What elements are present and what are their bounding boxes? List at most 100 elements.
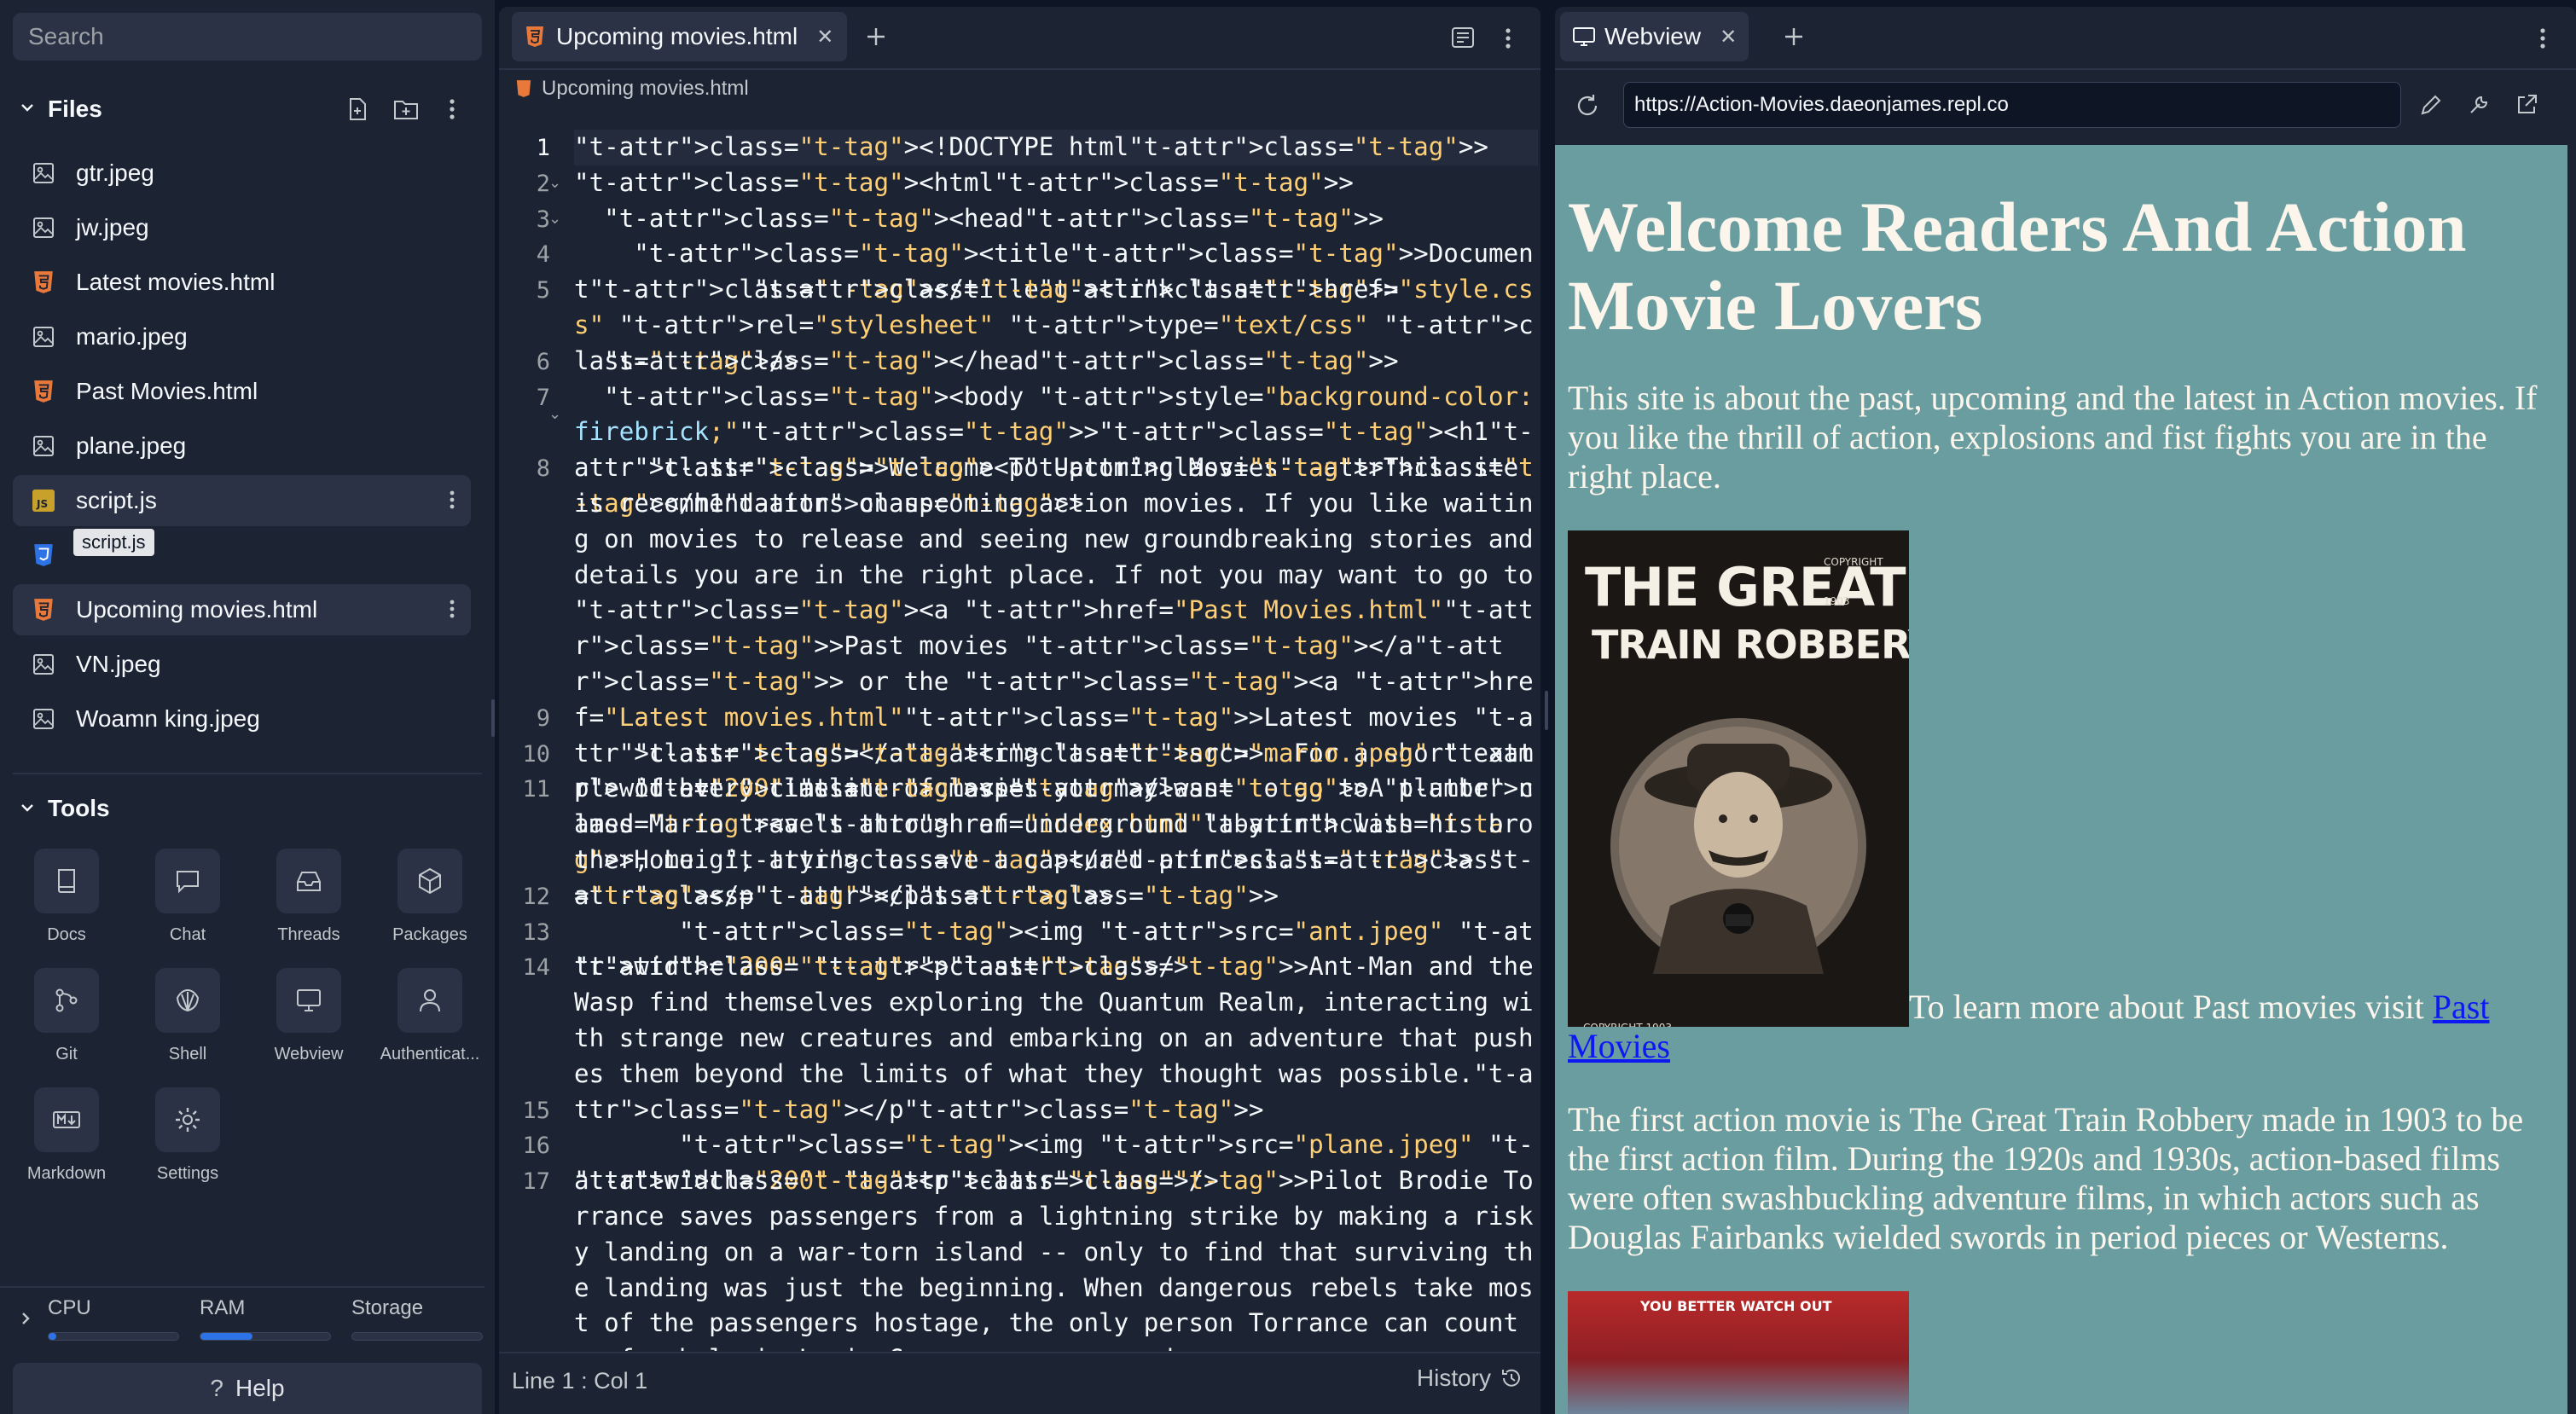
open-external-icon[interactable] xyxy=(2514,92,2539,118)
reload-icon[interactable] xyxy=(1574,92,1601,119)
package-icon xyxy=(397,849,462,913)
file-more-icon[interactable] xyxy=(445,487,459,513)
tool-docs[interactable]: Docs xyxy=(15,849,118,945)
webview-more-icon[interactable] xyxy=(2536,26,2550,51)
line-number: 11 xyxy=(522,776,550,803)
tools-header[interactable]: Tools xyxy=(48,795,110,822)
monitor-icon xyxy=(1572,26,1596,48)
file-name: mario.jpeg xyxy=(76,323,188,350)
editor-more-icon[interactable] xyxy=(1501,26,1515,51)
help-button[interactable]: ? Help xyxy=(13,1363,482,1414)
file-item[interactable]: Latest movies.html xyxy=(13,257,471,308)
line-number: 13 xyxy=(522,919,550,946)
file-name: Woamn king.jpeg xyxy=(76,705,260,732)
tool-label: Markdown xyxy=(26,1164,107,1183)
tool-markdown[interactable]: Markdown xyxy=(15,1087,118,1184)
history-icon xyxy=(1500,1366,1523,1390)
tool-settings[interactable]: Settings xyxy=(136,1087,239,1184)
file-name: gtr.jpeg xyxy=(76,159,154,186)
devtools-icon[interactable] xyxy=(2466,92,2492,118)
file-item[interactable]: mario.jpeg xyxy=(13,311,471,362)
close-icon[interactable]: ✕ xyxy=(1720,25,1737,49)
layout-icon[interactable] xyxy=(1450,26,1476,49)
url-bar[interactable]: https://Action-Movies.daeonjames.repl.co xyxy=(1623,82,2401,128)
line-number: 10 xyxy=(522,740,550,768)
great-train-robbery-poster: THE GREAT TRAIN ROBBERY COPYRIGHT 1903 C… xyxy=(1568,530,1909,1027)
new-folder-icon[interactable] xyxy=(392,96,420,122)
chevron-down-icon[interactable] xyxy=(19,99,36,116)
chevron-right-icon[interactable] xyxy=(17,1310,34,1327)
storage-bar xyxy=(351,1332,483,1341)
line-number: 6 xyxy=(536,348,550,375)
file-item[interactable]: Upcoming movies.html xyxy=(13,584,471,635)
file-item[interactable]: Past Movies.html xyxy=(13,366,471,417)
code-line[interactable]: "t-attr">class="t-tag"><!DOCTYPE html"t-… xyxy=(574,130,1538,165)
editor-panel: Upcoming movies.html ✕ Upcoming movies.h… xyxy=(499,7,1540,1414)
edit-icon[interactable] xyxy=(2418,92,2444,118)
file-item[interactable]: plane.jpeg xyxy=(13,420,471,472)
history-paragraph: The first action movie is The Great Trai… xyxy=(1568,1100,2524,1256)
code-line[interactable]: "t-attr">class="t-tag"></head"t-attr">cl… xyxy=(574,344,1538,380)
editor-tab-title: Upcoming movies.html xyxy=(556,23,798,49)
search-input[interactable]: Search xyxy=(13,13,482,61)
html-file-icon xyxy=(525,26,544,48)
code-editor[interactable]: 1 "t-attr">class="t-tag"><!DOCTYPE html"t… xyxy=(499,123,1540,1351)
fold-chevron-icon[interactable]: ⌄ xyxy=(548,174,561,192)
image-icon xyxy=(30,705,57,733)
new-file-icon[interactable] xyxy=(345,96,370,122)
breadcrumb[interactable]: Upcoming movies.html xyxy=(516,77,749,101)
tool-webview[interactable]: Webview xyxy=(258,968,360,1064)
divider xyxy=(13,773,482,774)
code-line[interactable]: "t-attr">class="t-tag"><head"t-attr">cla… xyxy=(574,201,1538,237)
webview-page[interactable]: Welcome Readers And Action Movie Lovers … xyxy=(1555,145,2567,1414)
code-line[interactable]: "t-attr">class="t-tag"><html"t-attr">cla… xyxy=(574,165,1538,201)
line-number: 3 xyxy=(536,206,550,233)
close-icon[interactable]: ✕ xyxy=(816,25,833,49)
tool-packages[interactable]: Packages xyxy=(379,849,481,945)
markdown-icon xyxy=(34,1087,99,1152)
tool-shell[interactable]: Shell xyxy=(136,968,239,1064)
line-number: 8 xyxy=(536,455,550,483)
webview-tab[interactable]: Webview ✕ xyxy=(1560,12,1749,61)
divider xyxy=(1555,68,2576,70)
code-line[interactable]: "t-attr">class="t-tag"><p"t-attr">class=… xyxy=(574,771,1538,913)
line-number: 1 xyxy=(536,135,550,161)
history-button[interactable]: History xyxy=(1417,1365,1523,1392)
webview-tab-title: Webview xyxy=(1604,23,1702,49)
files-more-icon[interactable] xyxy=(444,96,461,122)
tool-label: Threads xyxy=(277,925,340,944)
tool-label: Authenticat... xyxy=(380,1045,480,1063)
resize-handle[interactable] xyxy=(491,699,495,737)
code-line[interactable]: "t-attr">class="t-tag"><p"t-attr">class=… xyxy=(574,949,1538,1127)
tool-authenticat[interactable]: Authenticat... xyxy=(379,968,481,1064)
fold-chevron-icon[interactable]: ⌄ xyxy=(548,405,561,423)
file-item[interactable]: jw.jpeg xyxy=(13,202,471,253)
tool-threads[interactable]: Threads xyxy=(258,849,360,945)
new-tab-icon[interactable] xyxy=(1781,24,1807,49)
resize-handle[interactable] xyxy=(1545,691,1548,730)
new-tab-icon[interactable] xyxy=(863,24,889,49)
book-icon xyxy=(34,849,99,913)
file-item[interactable]: gtr.jpeg xyxy=(13,148,471,199)
gear-icon xyxy=(155,1087,220,1152)
poster-copyright: COPYRIGHT 1903 xyxy=(1583,1008,1672,1027)
html-file-icon xyxy=(30,269,57,296)
chevron-down-icon[interactable] xyxy=(19,799,36,816)
line-number: 4 xyxy=(536,241,550,269)
upcoming-movie-poster: YOU BETTER WATCH OUT xyxy=(1568,1291,1909,1414)
file-item[interactable]: Woamn king.jpeg xyxy=(13,693,471,745)
file-item[interactable]: VN.jpeg xyxy=(13,639,471,690)
editor-tab[interactable]: Upcoming movies.html ✕ xyxy=(512,12,848,61)
tool-label: Settings xyxy=(156,1164,219,1183)
line-number: 15 xyxy=(522,1097,550,1124)
poster-copyright: COPYRIGHT 1903 xyxy=(1824,556,1883,607)
html-file-icon xyxy=(516,79,531,98)
code-line[interactable]: "t-attr">class="t-tag"><p"t-attr">class=… xyxy=(574,1163,1538,1351)
file-more-icon[interactable] xyxy=(445,596,459,622)
tool-git[interactable]: Git xyxy=(15,968,118,1064)
file-item[interactable]: JS script.js xyxy=(13,475,471,526)
files-header[interactable]: Files xyxy=(48,96,102,123)
fold-chevron-icon[interactable]: ⌄ xyxy=(548,210,561,228)
poster-subtitle: TRAIN ROBBERY xyxy=(1592,622,1909,668)
tool-chat[interactable]: Chat xyxy=(136,849,239,945)
